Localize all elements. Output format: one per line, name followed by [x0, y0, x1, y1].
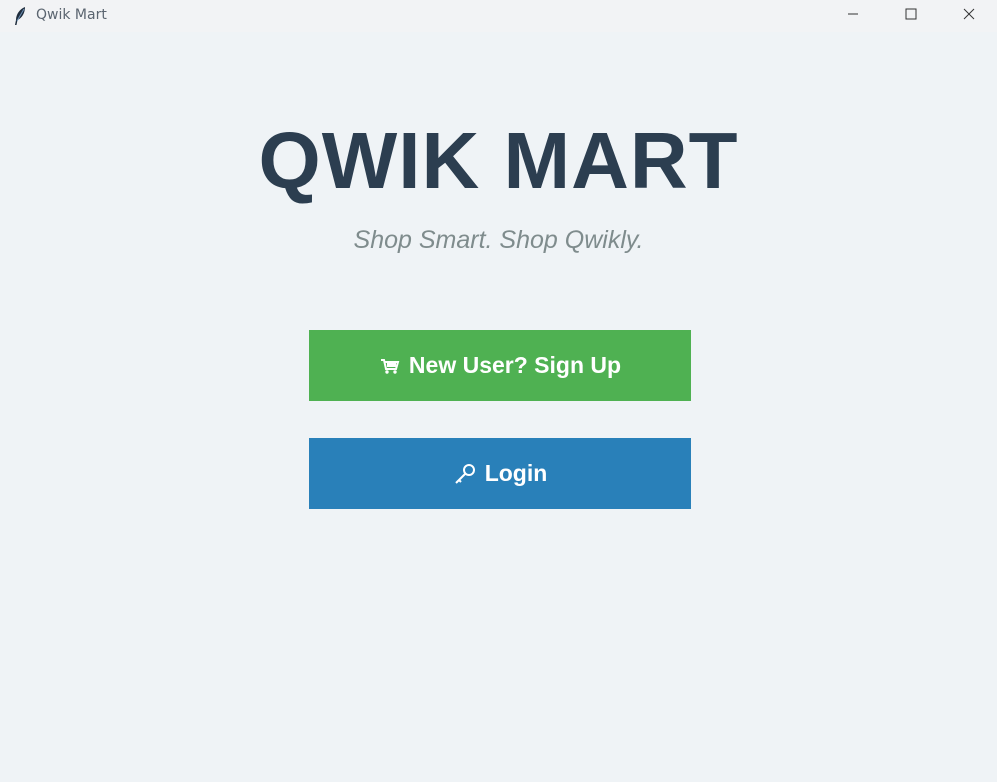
signup-button-label: New User? Sign Up	[408, 352, 622, 378]
maximize-button[interactable]	[882, 0, 940, 32]
login-button[interactable]: Login	[309, 438, 691, 509]
title-bar[interactable]: Qwik Mart	[0, 0, 997, 32]
minimize-icon	[847, 7, 859, 25]
tagline: Shop Smart. Shop Qwikly.	[353, 226, 644, 254]
key-icon	[453, 462, 477, 486]
signup-button[interactable]: New User? Sign Up	[309, 330, 691, 401]
feather-icon	[12, 6, 28, 26]
shopping-cart-icon	[379, 356, 401, 376]
close-button[interactable]	[940, 0, 997, 32]
window-title: Qwik Mart	[36, 7, 107, 23]
main-content: QWIK MART Shop Smart. Shop Qwikly. New U…	[0, 32, 997, 782]
maximize-icon	[905, 7, 917, 25]
login-button-label: Login	[484, 460, 548, 486]
app-title: QWIK MART	[258, 116, 739, 205]
app-window: Qwik Mart QWIK MART Shop Smart. Shop Qwi…	[0, 0, 997, 782]
close-icon	[963, 7, 975, 25]
minimize-button[interactable]	[824, 0, 882, 32]
